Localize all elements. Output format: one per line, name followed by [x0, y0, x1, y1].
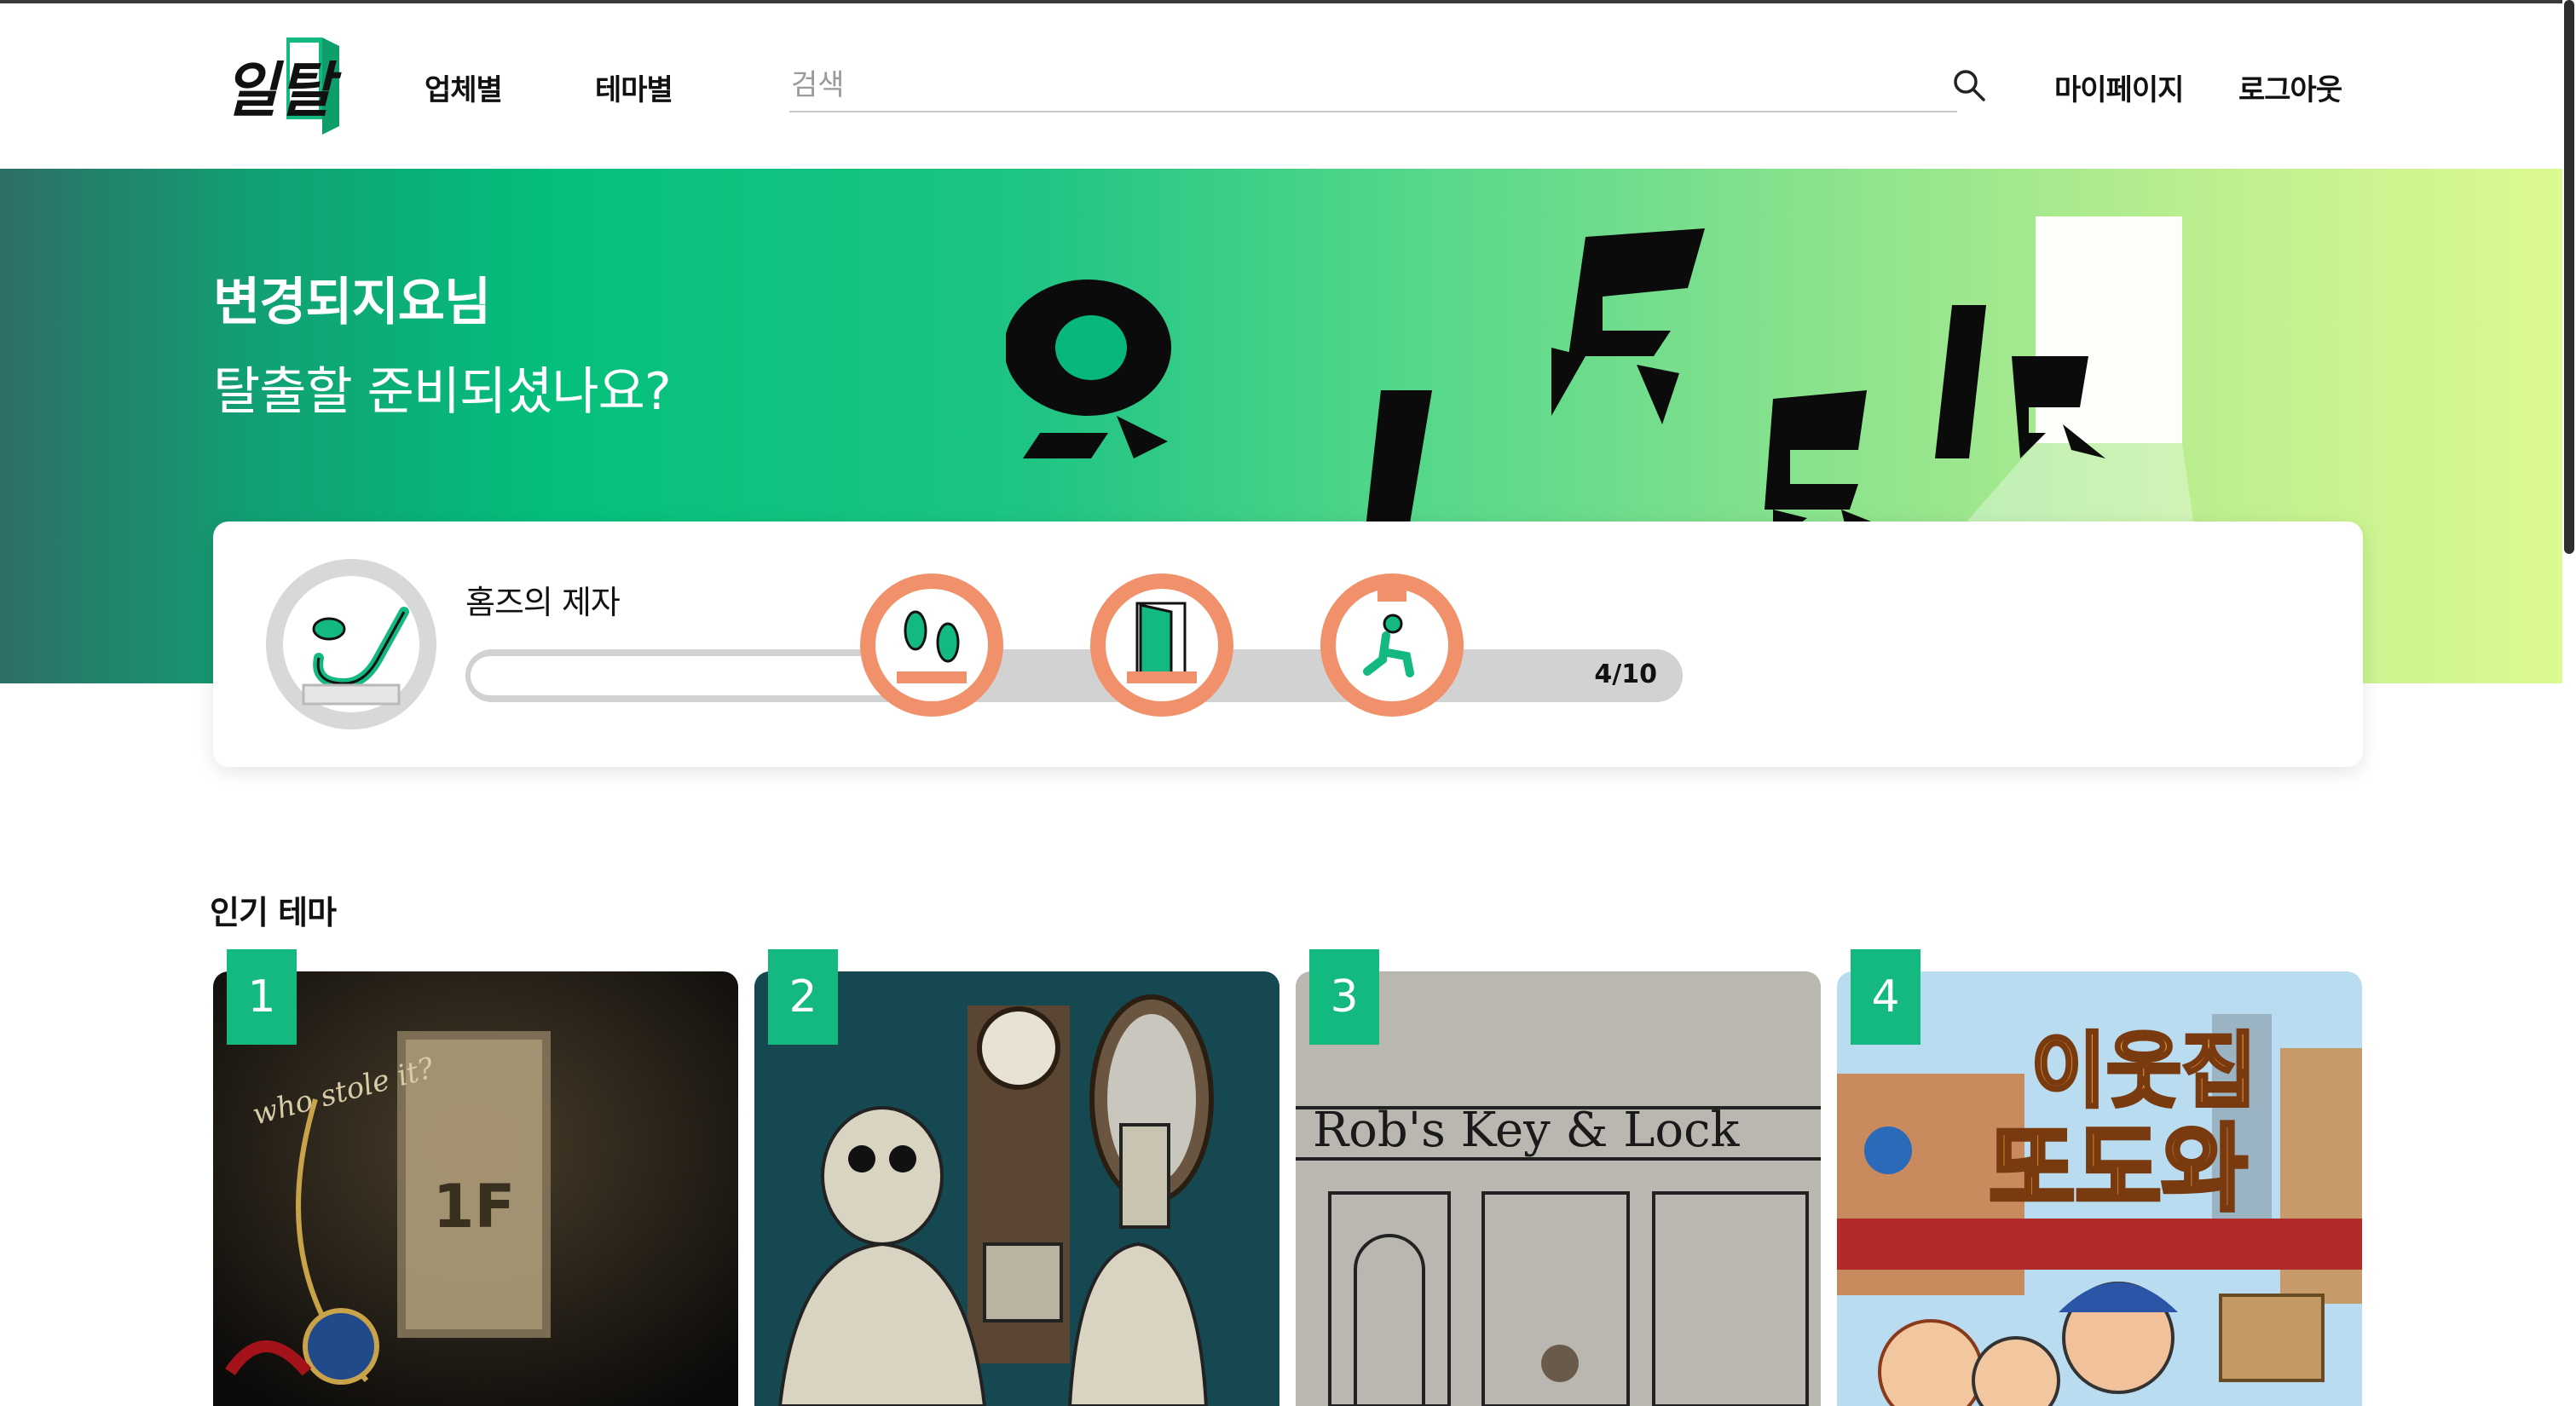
progress-theme-title: 홈즈의 제자	[465, 584, 621, 621]
search-bar	[789, 58, 1957, 112]
logout-link[interactable]: 로그아웃	[2238, 66, 2342, 108]
nav-company[interactable]: 업체별	[425, 66, 503, 108]
kneeling-person-icon[interactable]	[1318, 571, 1466, 719]
scrollbar-thumb[interactable]	[2564, 0, 2574, 554]
progress-count: 4/10	[1594, 660, 1657, 689]
rank-badge: 1	[227, 949, 297, 1045]
footprints-icon[interactable]	[858, 571, 1006, 719]
hero-subtitle: 탈출할 준비되셨나요?	[213, 362, 672, 422]
user-greeting-name: 변경되지요님	[213, 273, 491, 332]
hero-greeting: 변경되지요님 탈출할 준비되셨나요?	[213, 261, 672, 424]
rank-badge: 3	[1309, 949, 1379, 1045]
top-header: 일탈 업체별 테마별 마이페이지 로그아웃	[0, 3, 2576, 169]
theme-progress-card[interactable]: 홈즈의 제자 4/10	[213, 521, 2363, 767]
shop-sign-text: Rob's Key & Lock	[1313, 1103, 1740, 1158]
site-logo[interactable]: 일탈	[218, 34, 344, 140]
rank-badge: 2	[768, 949, 838, 1045]
progress-bar: 4/10	[465, 649, 1683, 702]
mypage-link[interactable]: 마이페이지	[2054, 66, 2184, 108]
poster-title-line1: 이웃집	[2031, 1023, 2257, 1119]
search-icon[interactable]	[1952, 68, 1986, 102]
logo-text: 일탈	[223, 55, 342, 125]
poster-title: 1F	[433, 1172, 516, 1242]
rank-badge: 4	[1851, 949, 1920, 1045]
nav-theme[interactable]: 테마별	[595, 66, 673, 108]
search-input[interactable]	[791, 63, 1925, 107]
poster-title-line2: 또도와	[1989, 1115, 2248, 1224]
exit-door-icon[interactable]	[1088, 571, 1236, 719]
popular-themes-title: 인기 테마	[210, 894, 337, 931]
pipe-icon	[266, 559, 436, 729]
